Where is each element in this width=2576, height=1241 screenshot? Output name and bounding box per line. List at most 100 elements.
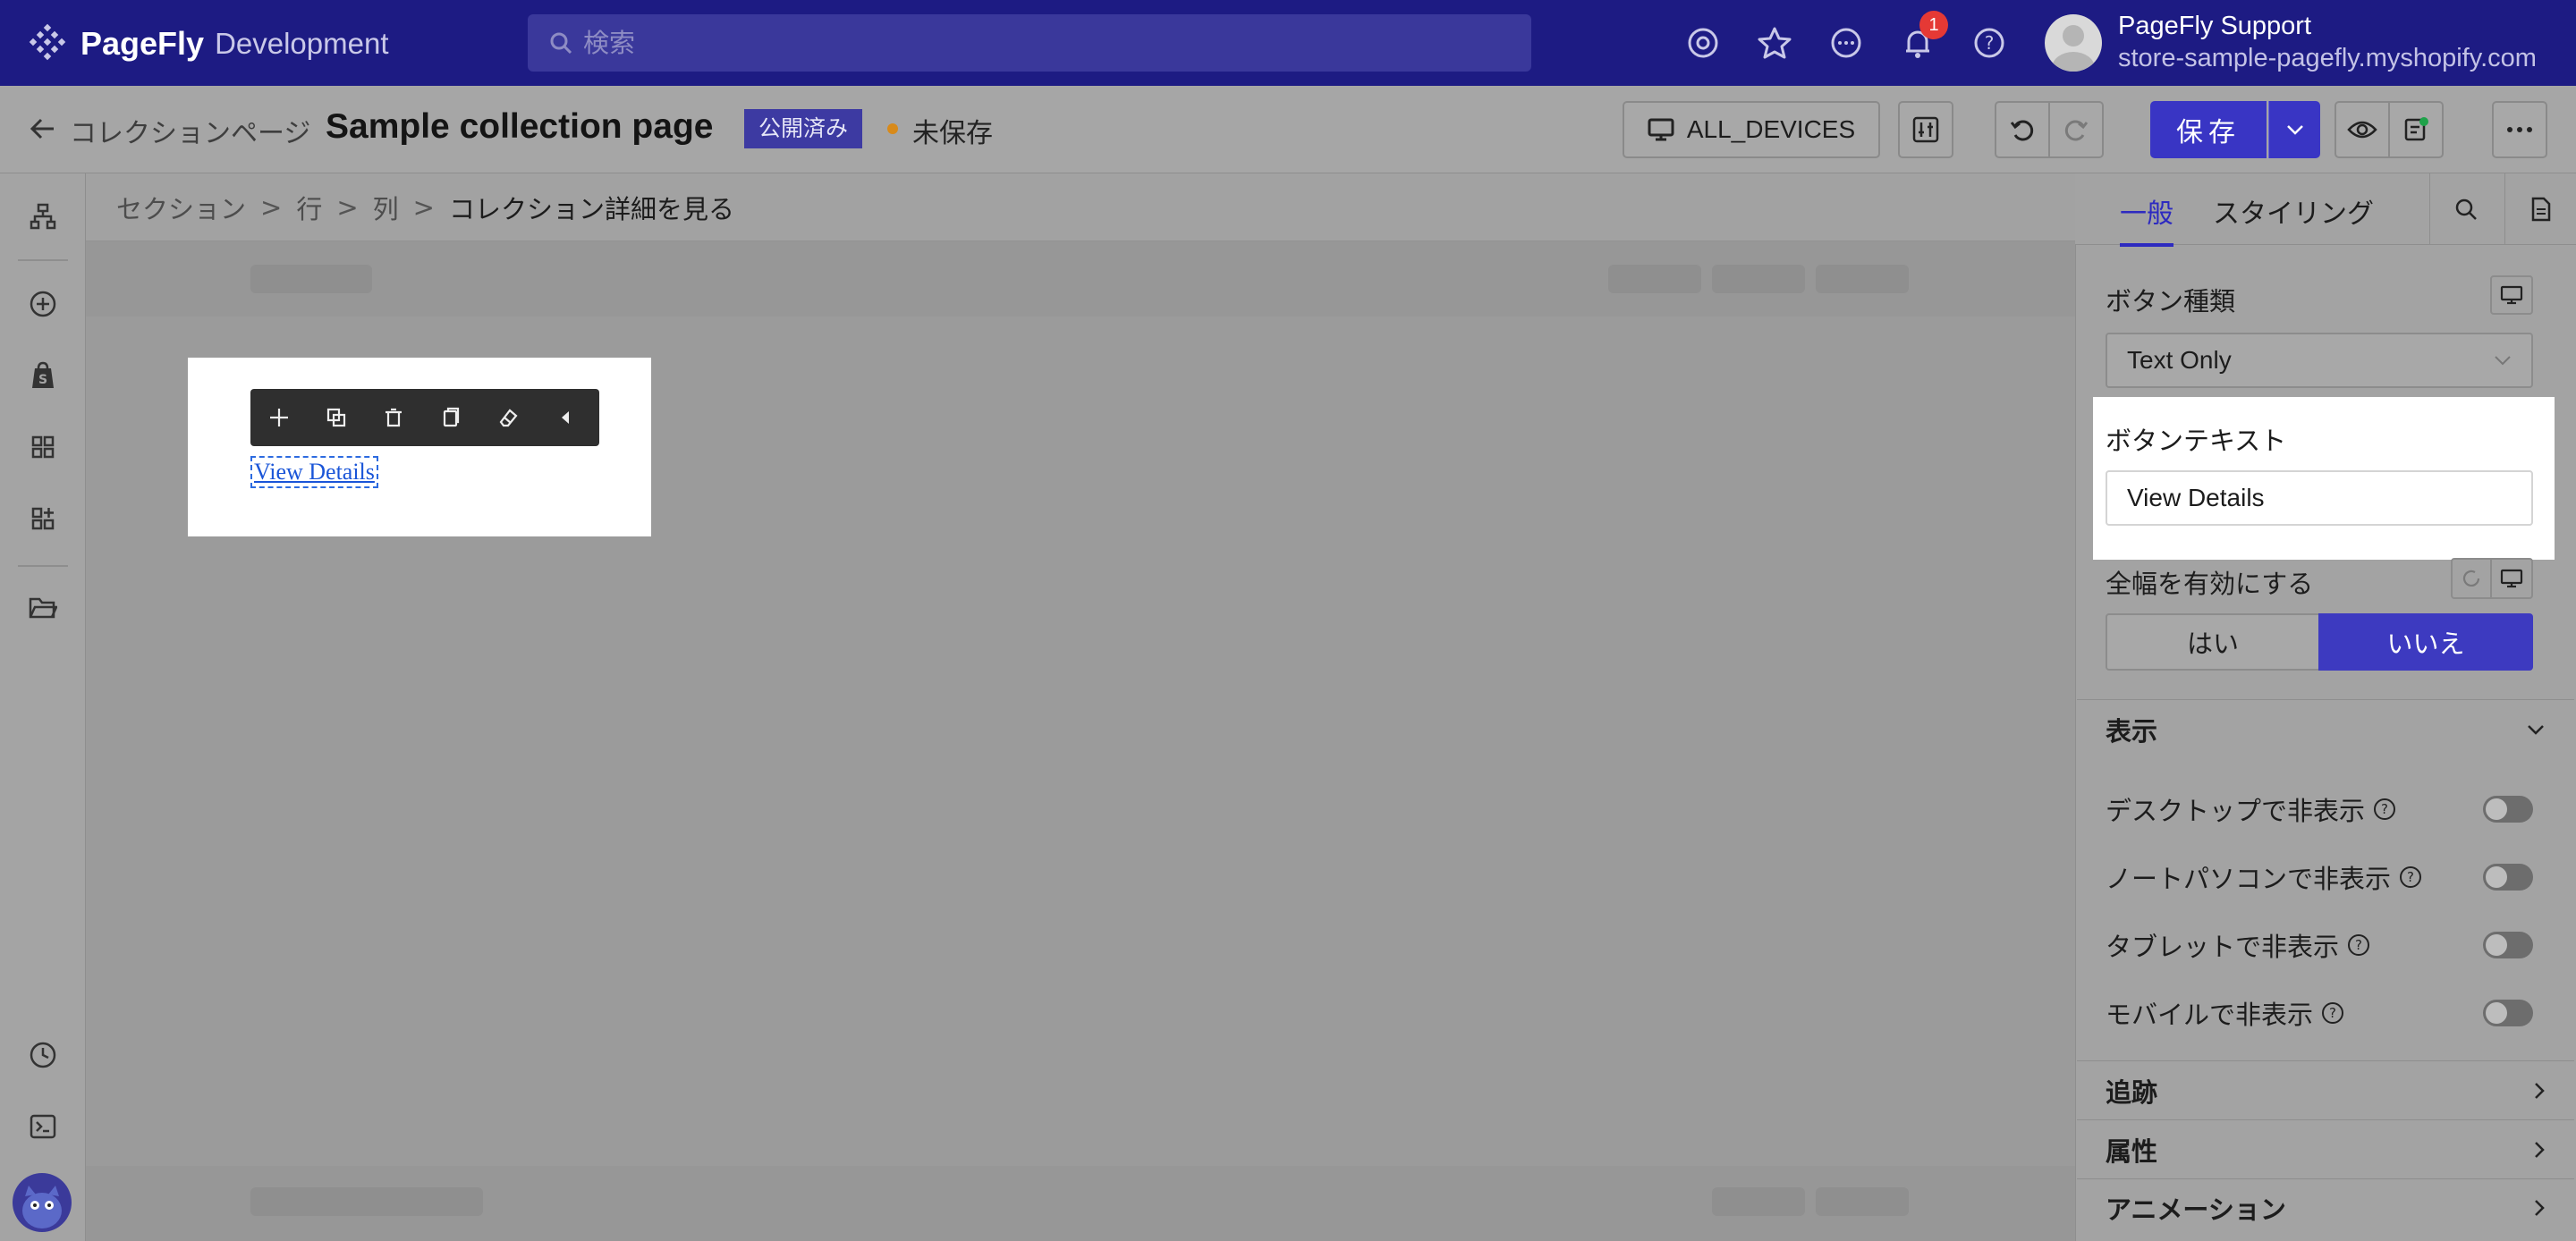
history-clock-icon[interactable]	[25, 1037, 61, 1073]
move-icon	[268, 407, 290, 428]
svg-text:?: ?	[1985, 32, 1995, 54]
button-text-input[interactable]	[2106, 470, 2533, 526]
help-circle-icon[interactable]: ?	[2346, 933, 2371, 958]
undo-button[interactable]	[1995, 101, 2050, 158]
attributes-section-header[interactable]: 属性	[2077, 1119, 2574, 1178]
back-arrow-icon[interactable]	[29, 114, 57, 143]
breadcrumb-separator: >	[336, 191, 359, 223]
layers-tree-icon[interactable]	[25, 198, 61, 234]
sidebar-divider	[18, 259, 68, 261]
help-circle-icon[interactable]: ?	[2398, 865, 2423, 890]
help-icon[interactable]: ?	[1971, 25, 2007, 61]
left-sidebar	[0, 173, 86, 1241]
caret-left-icon	[558, 409, 572, 426]
delete-button[interactable]	[365, 389, 422, 446]
responsive-device-button[interactable]	[2490, 275, 2533, 315]
integrations-icon[interactable]	[1685, 25, 1721, 61]
user-avatar[interactable]	[2045, 14, 2102, 72]
duplicate-icon	[326, 407, 347, 428]
inspector-docs-button[interactable]	[2504, 173, 2576, 245]
document-icon	[2530, 197, 2552, 222]
responsive-device-button[interactable]	[2490, 558, 2533, 599]
hide-desktop-toggle[interactable]	[2483, 796, 2533, 823]
terminal-icon[interactable]	[25, 1109, 61, 1144]
button-type-select[interactable]: Text Only	[2106, 333, 2533, 388]
button-text-label: ボタンテキスト	[2106, 426, 2287, 456]
brand-environment: Development	[215, 27, 389, 60]
full-width-yes-option[interactable]: はい	[2106, 613, 2320, 671]
selected-element-container[interactable]	[188, 358, 651, 536]
skeleton-block	[1712, 1187, 1805, 1216]
apps-icon[interactable]	[25, 501, 61, 536]
chevron-right-icon	[2533, 1140, 2546, 1160]
eraser-icon	[497, 407, 519, 428]
user-store[interactable]: store-sample-pagefly.myshopify.com	[2118, 44, 2537, 73]
more-button[interactable]	[2492, 101, 2547, 158]
help-circle-icon[interactable]: ?	[2372, 797, 2397, 822]
page-title[interactable]: Sample collection page	[326, 107, 713, 147]
devices-button[interactable]: ALL_DEVICES	[1623, 101, 1880, 158]
user-name[interactable]: PageFly Support	[2118, 12, 2311, 41]
logo[interactable]: PageFly Development	[27, 21, 389, 66]
publish-status-button[interactable]	[2388, 101, 2444, 158]
copy-icon	[440, 407, 462, 428]
skeleton-block	[1608, 265, 1701, 293]
hide-mobile-label: モバイルで非表示	[2106, 1000, 2314, 1030]
undo-icon	[2010, 117, 2035, 142]
save-dropdown-button[interactable]	[2268, 101, 2320, 158]
tab-general[interactable]: 一般	[2120, 191, 2174, 247]
button-type-label: ボタン種類	[2106, 286, 2236, 317]
add-element-icon[interactable]	[25, 286, 61, 322]
breadcrumb-separator: >	[260, 191, 283, 223]
back-link[interactable]: コレクションページ	[70, 111, 310, 150]
preview-button[interactable]	[2334, 101, 2390, 158]
full-width-no-option[interactable]: いいえ	[2318, 613, 2533, 671]
full-width-label: 全幅を有効にする	[2106, 569, 2314, 599]
tab-styling[interactable]: スタイリング	[2213, 191, 2374, 231]
hide-laptop-label: ノートパソコンで非表示	[2106, 864, 2392, 894]
hide-laptop-toggle[interactable]	[2483, 864, 2533, 891]
save-button[interactable]: 保存	[2150, 101, 2267, 158]
display-section-header[interactable]: 表示	[2077, 699, 2574, 758]
folder-icon[interactable]	[25, 590, 61, 626]
page-settings-button[interactable]	[1898, 101, 1953, 158]
reset-icon	[2461, 568, 2482, 589]
skeleton-block	[1816, 1187, 1909, 1216]
redo-button[interactable]	[2048, 101, 2104, 158]
search-input[interactable]	[583, 28, 1388, 58]
view-details-link[interactable]: View Details	[250, 456, 378, 488]
clear-style-button[interactable]	[479, 389, 537, 446]
copy-button[interactable]	[422, 389, 479, 446]
duplicate-button[interactable]	[308, 389, 365, 446]
breadcrumb-row[interactable]: 行	[296, 189, 322, 226]
reset-button[interactable]	[2451, 558, 2492, 599]
hide-tablet-toggle[interactable]	[2483, 932, 2533, 958]
toggle-row: ノートパソコンで非表示 ?	[2106, 855, 2533, 899]
unsaved-dot	[887, 123, 898, 134]
help-circle-icon[interactable]: ?	[2320, 1000, 2345, 1026]
toggle-row: デスクトップで非表示 ?	[2106, 787, 2533, 832]
animation-section-header[interactable]: アニメーション	[2077, 1178, 2574, 1236]
search-icon	[549, 31, 572, 55]
grid-icon[interactable]	[25, 429, 61, 465]
hide-tablet-label: タブレットで非表示	[2106, 932, 2340, 962]
inspector-search-button[interactable]	[2429, 173, 2501, 245]
svg-text:S: S	[38, 373, 47, 387]
move-button[interactable]	[250, 389, 308, 446]
breadcrumb-section[interactable]: セクション	[116, 189, 246, 226]
tracking-section-header[interactable]: 追跡	[2077, 1060, 2574, 1119]
monitor-icon	[2500, 285, 2523, 305]
chevron-down-icon	[2494, 355, 2512, 366]
shopify-icon[interactable]: S	[25, 358, 61, 393]
page-status-icon	[2402, 116, 2429, 143]
star-icon[interactable]	[1757, 25, 1792, 61]
search-bar[interactable]	[528, 14, 1531, 72]
display-section-title: 表示	[2106, 715, 2158, 747]
collapse-toolbar-button[interactable]	[537, 389, 594, 446]
chat-icon[interactable]	[1828, 25, 1864, 61]
chevron-down-icon	[2285, 123, 2305, 136]
monitor-icon	[2500, 569, 2523, 588]
hide-mobile-toggle[interactable]	[2483, 1000, 2533, 1026]
breadcrumb-column[interactable]: 列	[373, 189, 399, 226]
mascot-avatar[interactable]	[13, 1173, 72, 1232]
